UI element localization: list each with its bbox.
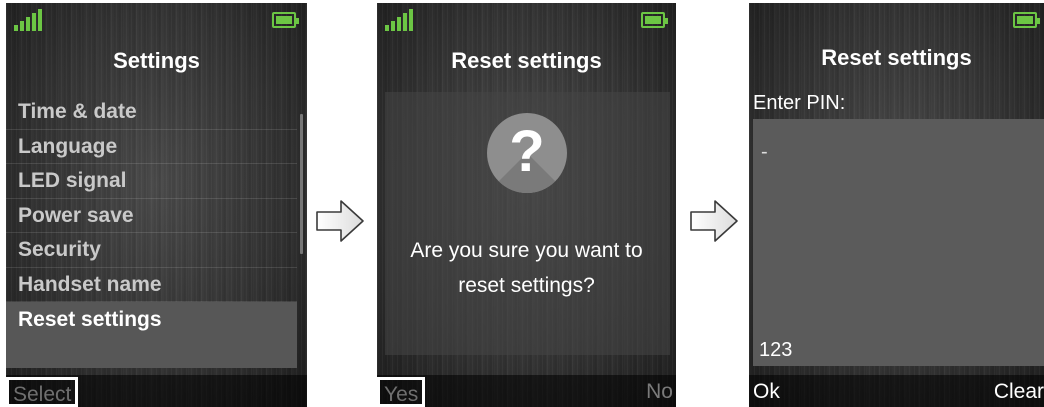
screen-title: Reset settings	[821, 45, 972, 70]
input-mode-indicator: 123	[759, 339, 793, 361]
softkey-bar: Select	[6, 375, 307, 407]
menu-item-time-date[interactable]: Time & date	[6, 95, 297, 130]
battery-icon	[272, 12, 299, 28]
arrow-right-icon	[690, 200, 738, 242]
ok-softkey[interactable]: Ok	[749, 377, 784, 407]
pin-input[interactable]: - 123	[753, 119, 1044, 366]
pin-label: Enter PIN:	[753, 92, 846, 114]
battery-icon	[1013, 12, 1040, 28]
softkey-bar: Ok Clear	[749, 375, 1044, 407]
screen-title: Reset settings	[451, 48, 602, 73]
confirm-message: Are you sure you want to reset settings?	[377, 233, 676, 303]
menu-item-handset-name[interactable]: Handset name	[6, 268, 297, 302]
confirm-message-line1: Are you sure you want to	[410, 239, 643, 262]
signal-icon	[14, 9, 46, 31]
confirm-screen: Reset settings ? Are you sure you want t…	[377, 3, 676, 407]
arrow-right-icon	[316, 200, 364, 242]
yes-softkey[interactable]: Yes	[377, 377, 426, 407]
question-mark: ?	[509, 119, 545, 184]
settings-menu: Time & date Language LED signal Power sa…	[6, 95, 297, 368]
screen-title: Settings	[113, 48, 200, 73]
softkey-bar: Yes No	[377, 375, 676, 407]
text-cursor: -	[761, 141, 768, 163]
battery-icon	[641, 12, 668, 28]
confirm-message-line2: reset settings?	[458, 274, 595, 297]
select-softkey[interactable]: Select	[6, 377, 79, 407]
settings-screen: Settings Time & date Language LED signal…	[6, 3, 307, 407]
signal-icon	[385, 9, 417, 31]
menu-item-power-save[interactable]: Power save	[6, 199, 297, 233]
menu-item-reset-settings[interactable]: Reset settings	[6, 302, 297, 368]
pin-screen: Reset settings Enter PIN: - 123 Ok Clear	[749, 3, 1044, 407]
scrollbar[interactable]	[300, 114, 303, 254]
menu-item-led-signal[interactable]: LED signal	[6, 164, 297, 199]
menu-item-security[interactable]: Security	[6, 233, 297, 268]
clear-softkey[interactable]: Clear	[994, 377, 1044, 407]
menu-item-language[interactable]: Language	[6, 130, 297, 164]
no-softkey[interactable]: No	[646, 377, 673, 407]
question-icon: ?	[487, 113, 567, 193]
